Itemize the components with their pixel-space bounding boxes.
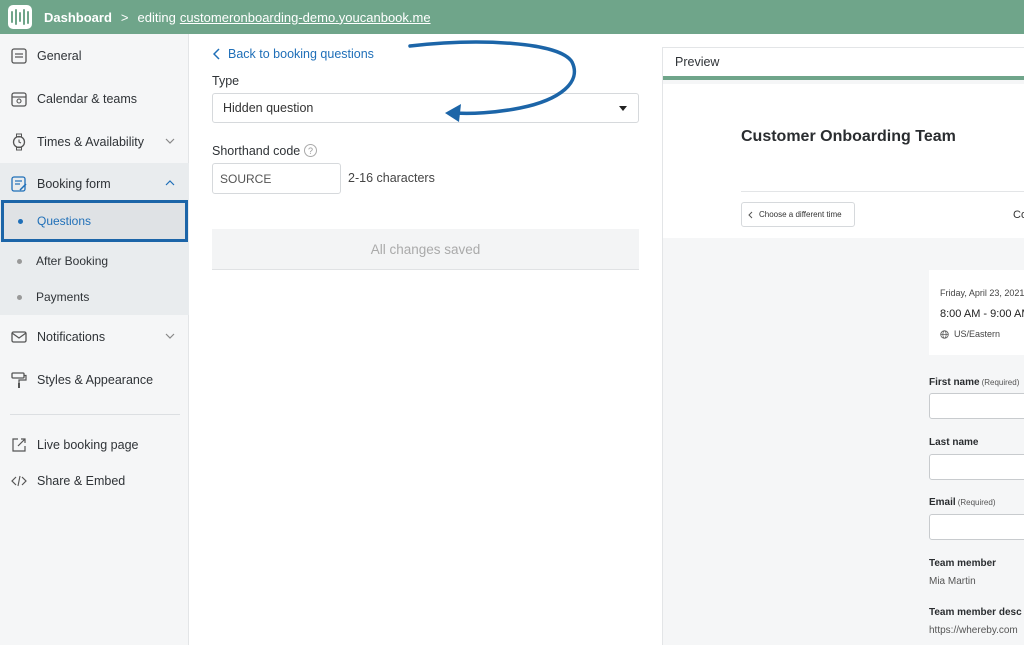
shorthand-code-hint: 2-16 characters	[348, 171, 435, 185]
preview-truncated-heading: Co	[1013, 209, 1024, 221]
booking-site-link[interactable]: customeronboarding-demo.youcanbook.me	[180, 10, 431, 25]
bullet-icon	[17, 294, 22, 300]
preview-team-member-desc-value: https://whereby.com	[929, 625, 1018, 636]
caret-down-icon	[619, 106, 627, 111]
preview-first-name-label: First name (Required)	[929, 377, 1020, 388]
preview-team-title: Customer Onboarding Team	[741, 128, 956, 145]
chevron-left-icon	[748, 211, 753, 218]
sidebar-item-label: Booking form	[37, 177, 111, 191]
back-to-booking-questions-link[interactable]: Back to booking questions	[213, 47, 374, 61]
clock-icon	[10, 133, 28, 151]
save-status-button[interactable]: All changes saved	[212, 229, 639, 270]
sidebar-subitem-questions[interactable]: Questions	[1, 200, 188, 242]
choose-different-time-label: Choose a different time	[759, 210, 842, 219]
sidebar-item-label: Calendar & teams	[37, 92, 138, 106]
sidebar-item-label: Styles & Appearance	[37, 373, 154, 387]
paint-roller-icon	[10, 371, 28, 389]
shorthand-code-input[interactable]: SOURCE	[212, 163, 341, 194]
preview-last-name-label: Last name	[929, 437, 979, 448]
sidebar-subitem-label: Payments	[36, 290, 90, 304]
choose-different-time-button[interactable]: Choose a different time	[741, 202, 855, 227]
preview-team-member-value: Mia Martin	[929, 576, 976, 587]
sidebar-item-live-booking-page[interactable]: Live booking page	[0, 427, 189, 463]
chevron-down-icon[interactable]	[165, 331, 175, 341]
type-select-value: Hidden question	[223, 101, 314, 115]
preview-email-input[interactable]	[929, 514, 1024, 540]
sidebar-item-times-availability[interactable]: Times & Availability	[0, 124, 189, 160]
preview-header: Preview	[663, 48, 1024, 80]
sidebar: General Calendar & teams Times & Availab…	[0, 34, 189, 645]
sidebar-subitem-label: After Booking	[36, 254, 109, 268]
preview-date: Friday, April 23, 2021	[940, 288, 1024, 298]
sidebar-item-styles-appearance[interactable]: Styles & Appearance	[0, 362, 189, 398]
calendar-icon	[10, 90, 28, 108]
preview-team-member-label: Team member	[929, 558, 997, 569]
sidebar-item-general[interactable]: General	[0, 38, 189, 74]
chevron-down-icon[interactable]	[165, 136, 175, 146]
sidebar-item-label: Live booking page	[37, 438, 139, 452]
breadcrumb-editing-label: editing	[137, 9, 176, 25]
external-link-icon	[10, 436, 28, 454]
code-icon	[10, 472, 28, 490]
preview-timezone: US/Eastern	[940, 329, 1000, 339]
preview-time: 8:00 AM - 9:00 AM	[940, 308, 1024, 320]
type-label: Type	[212, 74, 240, 88]
sidebar-subitem-payments[interactable]: Payments	[0, 281, 189, 313]
bullet-icon	[17, 258, 22, 264]
sidebar-item-label: Share & Embed	[37, 474, 126, 488]
sidebar-item-notifications[interactable]: Notifications	[0, 319, 189, 355]
shorthand-code-label: Shorthand code	[212, 144, 301, 158]
type-select[interactable]: Hidden question	[212, 93, 639, 123]
sidebar-item-calendar-teams[interactable]: Calendar & teams	[0, 81, 189, 117]
preview-email-label: Email (Required)	[929, 497, 996, 508]
general-icon	[10, 47, 28, 65]
sidebar-item-label: Notifications	[37, 330, 106, 344]
preview-first-name-input[interactable]	[929, 393, 1024, 419]
preview-last-name-input[interactable]	[929, 454, 1024, 480]
preview-team-member-desc-label: Team member desc	[929, 607, 1022, 618]
chevron-left-icon	[213, 48, 220, 60]
preview-timezone-label: US/Eastern	[954, 329, 1001, 339]
back-link-label: Back to booking questions	[228, 47, 374, 61]
mail-icon	[10, 328, 28, 346]
bullet-icon	[18, 218, 23, 224]
form-icon	[10, 175, 28, 193]
preview-panel: Preview Customer Onboarding Team Choose …	[662, 47, 1024, 645]
sidebar-item-label: General	[37, 49, 82, 63]
app-logo-icon[interactable]	[8, 5, 32, 29]
help-icon[interactable]: ?	[304, 144, 317, 157]
preview-divider	[741, 191, 1024, 192]
top-bar: Dashboard > editing customeronboarding-d…	[0, 0, 1024, 34]
sidebar-subitem-label: Questions	[37, 214, 92, 228]
globe-icon	[940, 329, 949, 339]
chevron-up-icon[interactable]	[165, 178, 175, 188]
sidebar-item-label: Times & Availability	[37, 135, 144, 149]
sidebar-subitem-after-booking[interactable]: After Booking	[0, 245, 189, 277]
sidebar-divider	[10, 414, 180, 415]
sidebar-item-share-embed[interactable]: Share & Embed	[0, 463, 189, 499]
sidebar-item-booking-form[interactable]: Booking form	[0, 166, 189, 202]
breadcrumb-dashboard[interactable]: Dashboard	[44, 10, 112, 25]
breadcrumb-separator: >	[120, 9, 129, 25]
